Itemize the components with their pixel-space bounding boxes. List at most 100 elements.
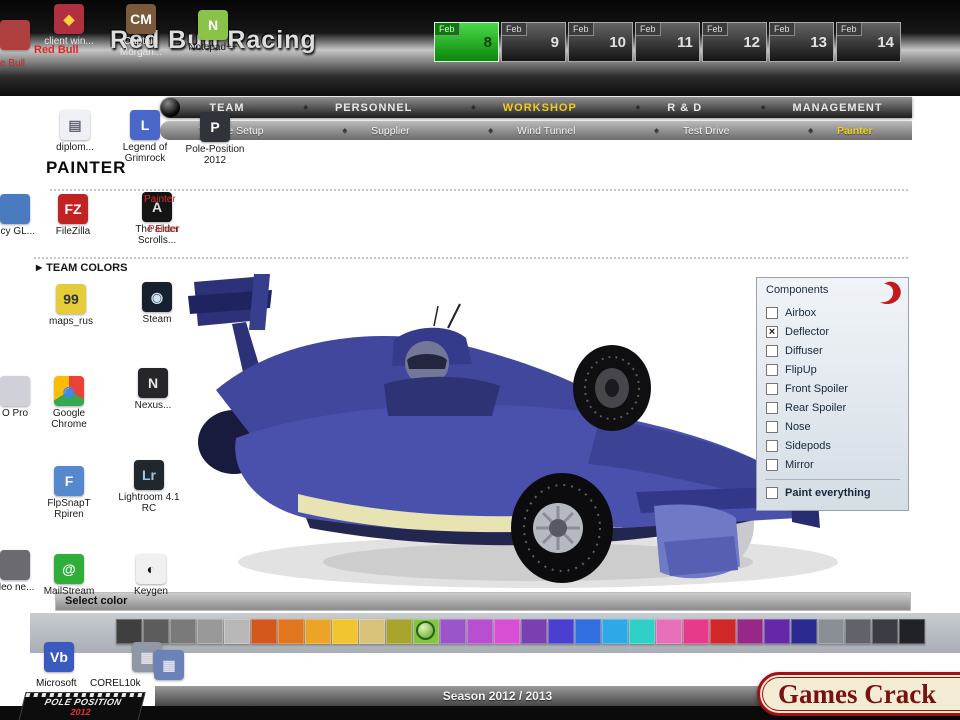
desktop-icon[interactable]: L Legend of Grimrock bbox=[114, 110, 176, 164]
calendar-day[interactable]: Feb 13 bbox=[769, 22, 834, 62]
sub-nav-tab[interactable]: Supplier bbox=[342, 125, 410, 137]
desktop-icon[interactable]: Lr Lightroom 4.1 RC bbox=[118, 460, 180, 514]
nav-tab[interactable]: PERSONNEL bbox=[303, 102, 412, 114]
component-checkbox-row[interactable]: Airbox bbox=[757, 303, 908, 322]
component-checkbox-row[interactable]: Mirror bbox=[757, 455, 908, 474]
color-swatch[interactable] bbox=[521, 619, 547, 644]
desktop-icon[interactable]: 99 maps_rus bbox=[40, 284, 102, 327]
color-swatch[interactable] bbox=[116, 619, 142, 644]
desktop-icon[interactable]: @ MailStream bbox=[38, 554, 100, 597]
color-swatch[interactable] bbox=[359, 619, 385, 644]
team-colors-section-label[interactable]: ▶ TEAM COLORS bbox=[36, 262, 127, 274]
calendar-day[interactable]: Feb 11 bbox=[635, 22, 700, 62]
color-swatch[interactable] bbox=[575, 619, 601, 644]
paint-everything-row[interactable]: Paint everything bbox=[757, 483, 908, 502]
desktop-icon-label: FlpSnapT Rpiren bbox=[47, 498, 91, 520]
desktop-icon[interactable]: F FlpSnapT Rpiren bbox=[38, 466, 100, 520]
desktop-icon-glyph: @ bbox=[54, 554, 84, 584]
component-checkbox[interactable] bbox=[766, 306, 778, 319]
component-checkbox[interactable] bbox=[766, 420, 778, 433]
color-swatch[interactable] bbox=[386, 619, 412, 644]
component-checkbox[interactable] bbox=[766, 325, 778, 338]
desktop-icon[interactable]: ◉ Steam bbox=[126, 282, 188, 325]
color-swatch[interactable] bbox=[872, 619, 898, 644]
color-swatch[interactable] bbox=[224, 619, 250, 644]
color-swatch[interactable] bbox=[899, 619, 925, 644]
calendar-day[interactable]: Feb 10 bbox=[568, 22, 633, 62]
car-preview[interactable] bbox=[148, 266, 838, 602]
select-color-bar: Select color bbox=[55, 592, 911, 611]
color-swatch[interactable] bbox=[170, 619, 196, 644]
color-swatch[interactable] bbox=[197, 619, 223, 644]
color-swatch[interactable] bbox=[251, 619, 277, 644]
desktop-icon[interactable]: O Pro bbox=[0, 376, 46, 419]
nav-tab[interactable]: WORKSHOP bbox=[471, 102, 577, 114]
color-swatch[interactable] bbox=[845, 619, 871, 644]
sub-nav-tab[interactable]: Wind Tunnel bbox=[488, 125, 575, 137]
calendar-day[interactable]: Feb 8 bbox=[434, 22, 499, 62]
calendar-day[interactable]: Feb 9 bbox=[501, 22, 566, 62]
desktop-icon[interactable]: ◐ Keygen bbox=[120, 554, 182, 597]
desktop-icon-label: Notepad++ bbox=[188, 42, 238, 53]
color-swatch[interactable] bbox=[305, 619, 331, 644]
paint-everything-checkbox[interactable] bbox=[766, 486, 778, 499]
sub-nav-tab[interactable]: Test Drive bbox=[654, 125, 730, 137]
desktop-icon[interactable]: ▤ diplom... bbox=[44, 110, 106, 153]
color-swatch[interactable] bbox=[278, 619, 304, 644]
component-checkbox[interactable] bbox=[766, 382, 778, 395]
desktop-icon[interactable]: N Notepad++ bbox=[182, 10, 244, 53]
color-swatch[interactable] bbox=[467, 619, 493, 644]
desktop-icon-label: Steam bbox=[142, 314, 172, 325]
component-checkbox[interactable] bbox=[766, 344, 778, 357]
desktop-icon-label: Google Chrome bbox=[51, 408, 87, 430]
color-swatch[interactable] bbox=[494, 619, 520, 644]
component-checkbox-row[interactable]: Rear Spoiler bbox=[757, 398, 908, 417]
nav-tab[interactable]: R & D bbox=[636, 102, 703, 114]
component-checkbox-row[interactable]: Deflector bbox=[757, 322, 908, 341]
component-checkbox[interactable] bbox=[766, 439, 778, 452]
desktop-text-label: Red Bull bbox=[34, 44, 79, 56]
color-swatch[interactable] bbox=[629, 619, 655, 644]
component-checkbox-row[interactable]: Sidepods bbox=[757, 436, 908, 455]
component-checkbox-row[interactable]: Nose bbox=[757, 417, 908, 436]
nav-tab[interactable]: MANAGEMENT bbox=[761, 102, 883, 114]
desktop-icon[interactable]: CM Captain Morgan... bbox=[110, 4, 172, 58]
color-swatch[interactable] bbox=[818, 619, 844, 644]
calendar-day[interactable]: Feb 14 bbox=[836, 22, 901, 62]
color-swatch[interactable] bbox=[791, 619, 817, 644]
desktop-icon-glyph: L bbox=[130, 110, 160, 140]
component-checkbox[interactable] bbox=[766, 363, 778, 376]
color-swatch[interactable] bbox=[548, 619, 574, 644]
color-swatch[interactable] bbox=[602, 619, 628, 644]
desktop-icon-glyph: FZ bbox=[58, 194, 88, 224]
desktop-icon[interactable]: P Pole-Position 2012 bbox=[184, 112, 246, 166]
desktop-icon[interactable]: ▦ bbox=[138, 650, 200, 682]
color-swatch[interactable] bbox=[656, 619, 682, 644]
component-label: Mirror bbox=[785, 458, 814, 471]
component-checkbox-row[interactable]: Diffuser bbox=[757, 341, 908, 360]
component-checkbox[interactable] bbox=[766, 401, 778, 414]
color-swatch[interactable] bbox=[710, 619, 736, 644]
color-swatch[interactable] bbox=[764, 619, 790, 644]
desktop-icon[interactable]: ◉ Google Chrome bbox=[38, 376, 100, 430]
component-checkbox[interactable] bbox=[766, 458, 778, 471]
desktop-icon[interactable]: Vb bbox=[28, 642, 90, 674]
calendar-day[interactable]: Feb 12 bbox=[702, 22, 767, 62]
desktop-icon[interactable]: FZ FileZilla bbox=[42, 194, 104, 237]
color-swatch[interactable] bbox=[332, 619, 358, 644]
color-swatch[interactable] bbox=[413, 619, 439, 644]
color-swatch[interactable] bbox=[440, 619, 466, 644]
component-label: Rear Spoiler bbox=[785, 401, 847, 414]
desktop-icon[interactable]: ncy GL... bbox=[0, 194, 46, 237]
component-checkbox-row[interactable]: Front Spoiler bbox=[757, 379, 908, 398]
component-checkbox-row[interactable]: FlipUp bbox=[757, 360, 908, 379]
desktop-icon[interactable]: deo ne... bbox=[0, 550, 46, 593]
sub-nav-tab[interactable]: Painter bbox=[808, 125, 873, 137]
color-swatch[interactable] bbox=[143, 619, 169, 644]
desktop-icon-label: Legend of Grimrock bbox=[122, 142, 168, 164]
desktop-icon[interactable]: N Nexus... bbox=[122, 368, 184, 411]
red-swirl-icon bbox=[880, 281, 901, 304]
color-swatch[interactable] bbox=[737, 619, 763, 644]
desktop-icon[interactable]: ◆ client win... bbox=[38, 4, 100, 47]
color-swatch[interactable] bbox=[683, 619, 709, 644]
